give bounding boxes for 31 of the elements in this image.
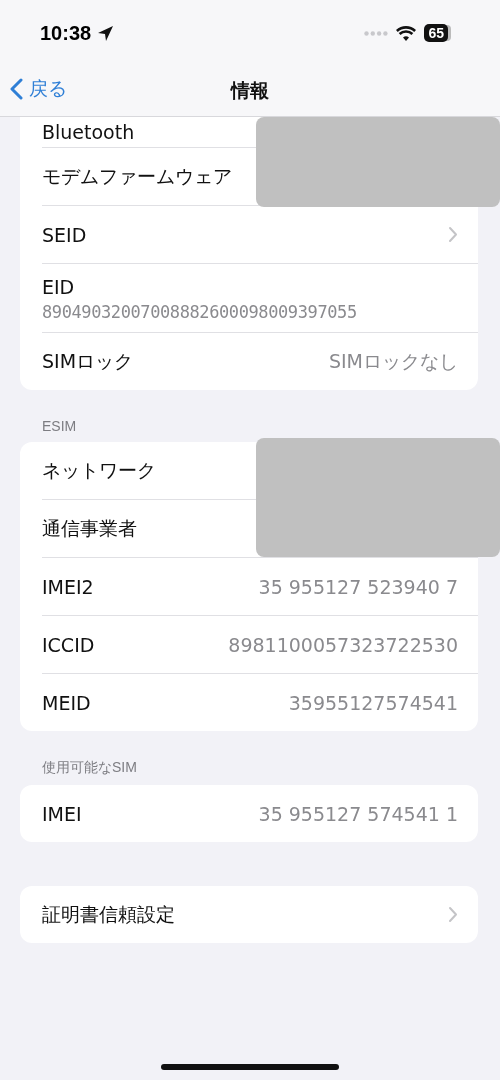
- row-value: 89049032007008882600098009397055: [42, 302, 358, 322]
- row-value: 35 955127 574541 1: [258, 802, 458, 825]
- chevron-left-icon: [10, 78, 23, 100]
- battery-icon: 65: [424, 24, 448, 42]
- section-header: ESIM: [41, 418, 78, 436]
- row-label: IMEI2: [42, 575, 94, 598]
- row-label: ネットワーク: [42, 457, 156, 483]
- row-value: 8981100057323722530: [228, 633, 458, 656]
- row-value: 35955127574541: [288, 691, 458, 714]
- row-label: SEID: [42, 223, 87, 246]
- chevron-right-icon: [448, 906, 458, 923]
- settings-row[interactable]: 証明書信頼設定: [42, 886, 478, 943]
- chevron-right-icon: [448, 226, 458, 243]
- row-value: 35 955127 523940 7: [258, 575, 458, 598]
- section-header: 使用可能なSIM: [41, 759, 138, 777]
- status-time: 10:38: [40, 21, 92, 45]
- row-label: Bluetooth: [42, 121, 135, 143]
- back-button[interactable]: 戻る: [10, 76, 67, 102]
- row-label: 通信事業者: [42, 515, 137, 541]
- location-arrow-icon: [97, 24, 115, 42]
- wifi-icon: [396, 25, 417, 41]
- row-label: MEID: [42, 691, 91, 714]
- row-label: IMEI: [42, 802, 82, 825]
- row-label: モデムファームウェア: [42, 163, 232, 189]
- row-label: EID: [42, 276, 75, 298]
- nav-title: 情報: [231, 78, 269, 103]
- row-label: 証明書信頼設定: [42, 901, 175, 927]
- row-label: ICCID: [42, 633, 95, 656]
- row-value: SIMロックなし: [328, 348, 458, 374]
- signal-dots-icon: [364, 30, 389, 36]
- row-label: SIMロック: [42, 348, 134, 374]
